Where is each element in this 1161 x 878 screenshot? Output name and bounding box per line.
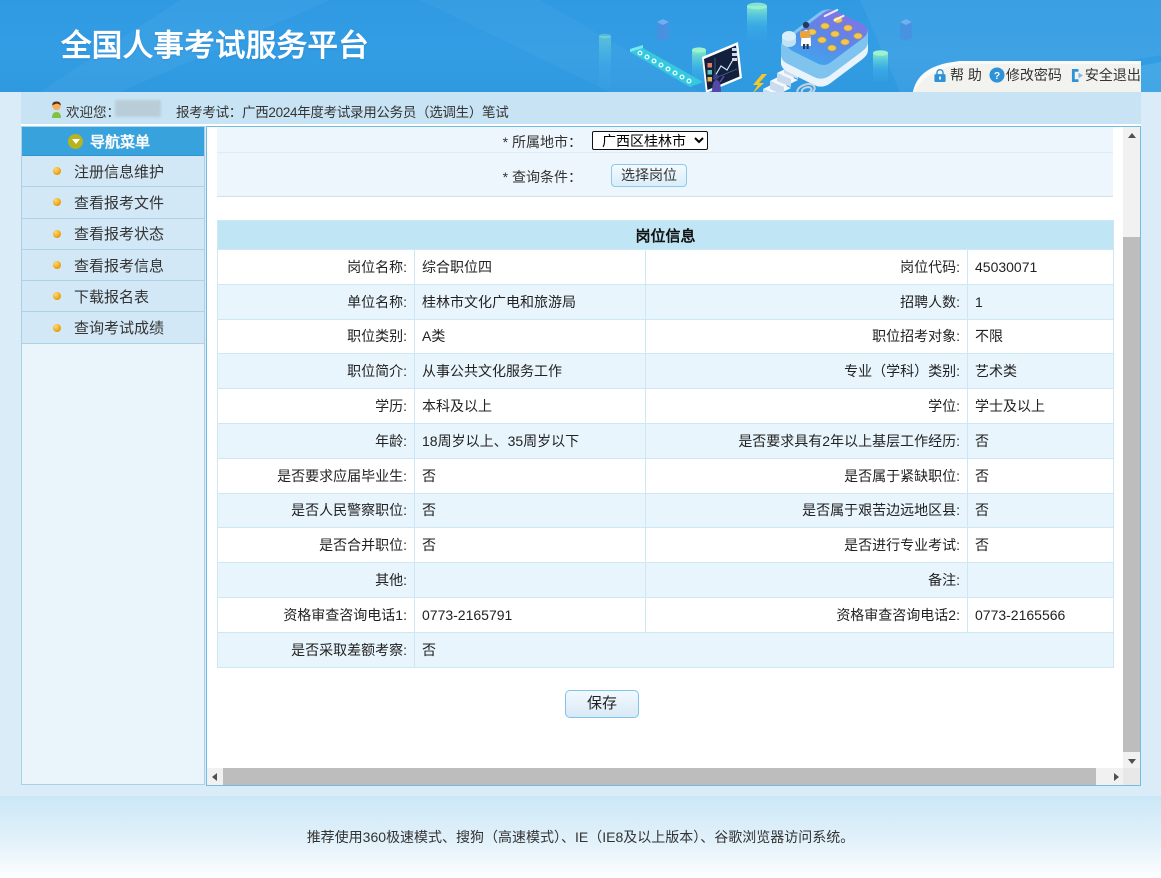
svg-text:?: ? xyxy=(994,71,1000,82)
